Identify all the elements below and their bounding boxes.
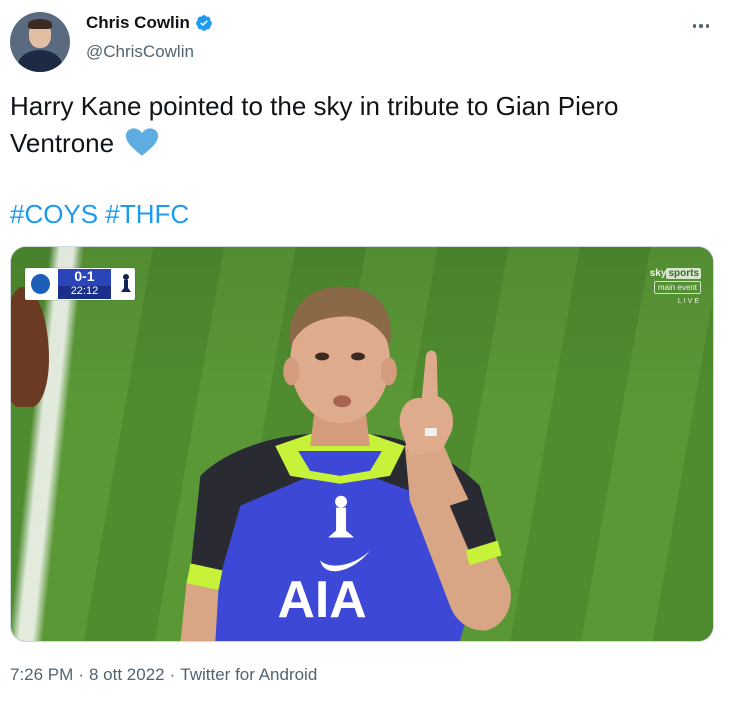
tweet-card: Chris Cowlin @ChrisCowlin Harry Kane poi… [0, 0, 740, 714]
broadcaster-sky-text: sky [649, 268, 667, 279]
author-handle[interactable]: @ChrisCowlin [86, 42, 194, 62]
tweet-body-text: Harry Kane pointed to the sky in tribute… [10, 91, 619, 158]
broadcaster-channel-text: main event [653, 281, 701, 294]
verified-badge-icon [196, 15, 212, 31]
hashtag-line: #COYS #THFC [10, 197, 189, 231]
tweet-metadata: 7:26 PM · 8 ott 2022 · Twitter for Andro… [10, 665, 317, 685]
scorebug-score-box: 0-1 22:12 [58, 268, 111, 299]
meta-separator-1: · [78, 665, 84, 684]
player-figure: AIA [180, 286, 511, 641]
more-options-button[interactable] [687, 12, 715, 40]
author-name-row: Chris Cowlin [86, 13, 213, 33]
hashtag-coys-link[interactable]: #COYS [10, 199, 98, 229]
home-team-crest-icon [29, 272, 53, 296]
match-clock: 22:12 [70, 285, 99, 297]
tweet-source-link[interactable]: Twitter for Android [180, 665, 317, 685]
away-team-crest-icon [118, 272, 135, 296]
broadcaster-live-text: LIVE [677, 298, 701, 305]
meta-separator-2: · [169, 665, 176, 684]
hashtag-thfc-link[interactable]: #THFC [105, 199, 189, 229]
tweet-time[interactable]: 7:26 PM [10, 665, 73, 685]
tweet-media-photo[interactable]: AIA 0-1 22:12 sky sports main event LIVE [10, 246, 714, 642]
broadcaster-sports-text: sports [666, 268, 701, 279]
author-display-name[interactable]: Chris Cowlin [86, 13, 190, 33]
tweet-date[interactable]: 8 ott 2022 [89, 665, 165, 685]
blue-heart-icon [126, 128, 159, 156]
avatar-hair-shape [28, 19, 52, 29]
match-scorebug: 0-1 22:12 [25, 268, 135, 300]
more-horizontal-icon [692, 24, 710, 28]
avatar-body-shape [18, 50, 62, 72]
match-score: 0-1 [74, 268, 95, 284]
shirt-sponsor-text: AIA [277, 570, 366, 628]
broadcaster-logo: sky sports main event LIVE [650, 268, 701, 307]
author-avatar[interactable] [10, 12, 70, 72]
tweet-text: Harry Kane pointed to the sky in tribute… [10, 88, 710, 162]
